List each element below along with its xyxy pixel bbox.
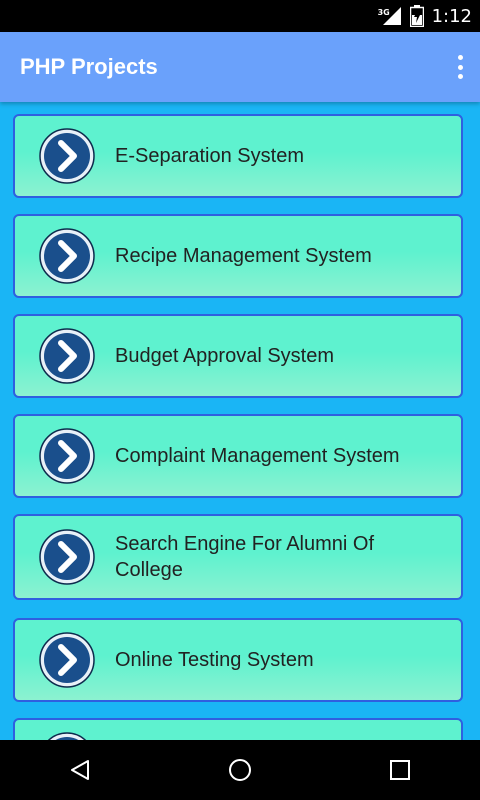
list-item[interactable]: [13, 718, 463, 740]
list-item[interactable]: Online Testing System: [13, 618, 463, 702]
recents-icon: [390, 760, 410, 780]
list-item-label: E-Separation System: [115, 145, 304, 167]
menu-dot: [457, 74, 463, 79]
status-bar: 3G 1:12: [0, 0, 480, 32]
page-title: PHP Projects: [20, 54, 158, 79]
list-item-label: Search Engine For Alumni Of College: [115, 533, 375, 581]
back-button[interactable]: [50, 740, 110, 800]
back-icon: [71, 760, 89, 780]
list-item[interactable]: Budget Approval System: [13, 314, 463, 398]
app-bar: PHP Projects: [0, 32, 480, 102]
list-item-label: Complaint Management System: [115, 445, 400, 467]
chevron-right-icon: [39, 632, 95, 688]
chevron-right-icon: [39, 228, 95, 284]
list-item[interactable]: Recipe Management System: [13, 214, 463, 298]
chevron-right-icon: [39, 128, 95, 184]
chevron-right-icon: [39, 428, 95, 484]
signal-indicator: 3G: [377, 6, 402, 26]
list-item[interactable]: E-Separation System: [13, 114, 463, 198]
battery-icon: [409, 5, 424, 27]
clock: 1:12: [431, 5, 472, 27]
navigation-bar: [0, 740, 480, 800]
menu-dot: [457, 64, 463, 70]
list-item[interactable]: Complaint Management System: [13, 414, 463, 498]
menu-dot: [457, 55, 463, 60]
more-vert-icon[interactable]: [454, 55, 466, 79]
chevron-right-icon: [39, 328, 95, 384]
network-type-label: 3G: [377, 8, 390, 17]
list-item[interactable]: Search Engine For Alumni Of College: [13, 514, 463, 600]
list-item-label: Recipe Management System: [115, 245, 372, 267]
chevron-right-icon: [39, 529, 95, 585]
home-icon: [229, 759, 251, 781]
project-list-container[interactable]: E-Separation System Recipe Management Sy…: [0, 102, 480, 740]
chevron-right-icon: [39, 732, 95, 740]
recents-button[interactable]: [370, 740, 430, 800]
list-item-label: Online Testing System: [115, 649, 314, 671]
list-item-label: Budget Approval System: [115, 345, 335, 367]
home-button[interactable]: [210, 740, 270, 800]
status-icons: 3G 1:12: [377, 0, 472, 32]
